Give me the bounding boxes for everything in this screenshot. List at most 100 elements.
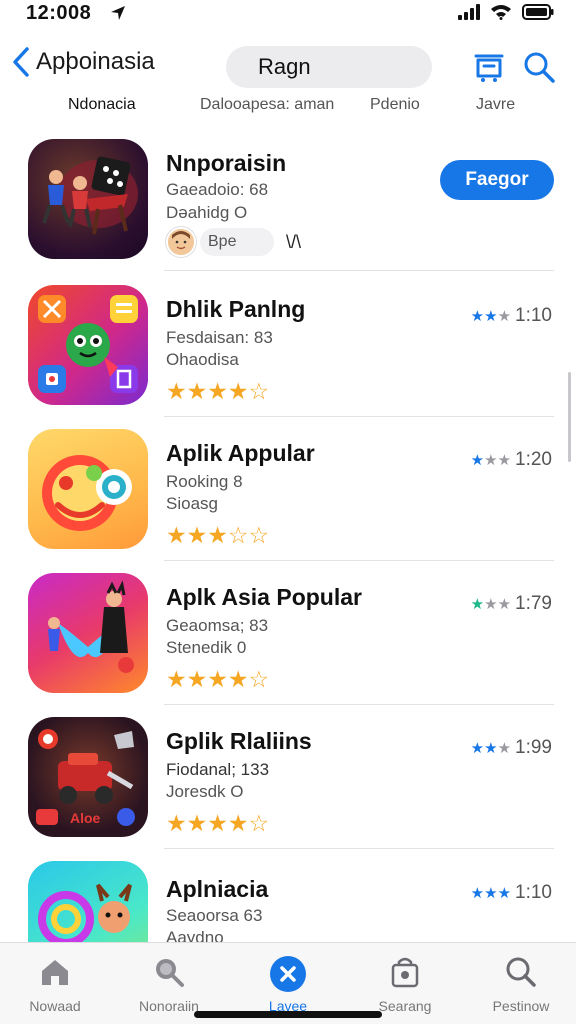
app-subtitle: Gaeadoio: 68 [166,180,269,199]
small-star-icon: ★ [497,595,512,613]
chevron-left-icon [13,47,29,77]
star-filled-icon: ★ [186,378,208,404]
small-star-icon: ★ [470,307,485,325]
meta-value: 1:79 [515,593,552,614]
app-row[interactable]: Aplniacia Seaoorsa 63 Aaydno ★★★ 1:10 [0,850,576,942]
search-icon [156,959,184,987]
star-filled-icon: ★ [207,522,228,548]
status-bar: 12:008 [0,0,576,32]
divider [164,848,554,849]
app-row[interactable]: Aplk Asia Popular Geaomsa; 83 Stenedik 0… [0,562,576,705]
meta-value: 1:10 [515,305,552,326]
meta-value: 1:10 [515,882,552,903]
back-button[interactable]: Apþoinasia [12,46,155,78]
scroll-indicator[interactable] [568,372,571,462]
small-star-icon: ★ [484,451,498,469]
app-subtitle-2: Joresdk O [166,782,244,801]
star-filled-icon: ★ [207,378,228,404]
small-star-icon: ★ [484,307,498,325]
star-rating: ★★★★☆ [166,380,269,403]
star-filled-icon: ★ [227,810,249,836]
get-button[interactable]: Faegor [440,160,554,200]
bag-icon [391,957,419,988]
status-time: 12:008 [26,2,92,24]
small-star-icon: ★ [484,884,498,902]
app-meta: ★★★ 1:10 [471,305,552,327]
app-icon [28,285,148,405]
home-icon [42,960,68,985]
battery-icon [522,4,554,20]
app-title: Gplik Rlaliins [166,728,312,754]
app-meta: ★★★ 1:79 [471,593,552,615]
small-star-icon: ★ [484,739,498,757]
wifi-icon [491,5,511,20]
meta-value: 1:20 [515,449,552,470]
search-icon[interactable] [522,50,556,84]
star-filled-icon: ★ [186,810,208,836]
app-artwork [42,156,138,235]
star-empty-icon: ☆ [248,810,270,836]
small-star-icon: ★ [497,739,512,757]
star-filled-icon: ★ [166,666,187,692]
star-filled-icon: ★ [186,666,208,692]
small-star-icon: ★ [470,884,485,902]
meta-value: 1:99 [515,737,552,758]
tab-1[interactable]: Dalooapesa: aman [200,96,334,114]
divider [164,416,554,417]
app-row[interactable]: Dhlik Panlng Fesdaisan: 83 Ohaodisa ★★★★… [0,274,576,417]
tabbar-item-4[interactable]: Pestinow [466,955,576,1014]
chip-tail: \/\ [286,231,302,252]
star-rating: ★★★☆☆ [166,524,269,547]
star-filled-icon: ★ [166,522,187,548]
star-empty-icon: ☆ [248,378,270,404]
location-arrow-icon [111,6,125,20]
star-filled-icon: ★ [227,666,249,692]
app-subtitle: Geaomsa; 83 [166,616,269,635]
meta-stars: ★★★ [471,741,511,756]
app-row[interactable]: Aloe Gplik Rlaliins Fiodanal; 133 Joresd… [0,706,576,849]
star-rating: ★★★★☆ [166,668,269,691]
small-star-icon: ★ [497,451,512,469]
meta-stars: ★★★ [471,886,511,901]
app-title: Aplk Asia Popular [166,584,362,610]
close-circle-icon [270,956,306,992]
star-empty-icon: ☆ [248,522,270,548]
app-meta: ★★★ 1:99 [471,737,552,759]
search-field[interactable]: Ragn [226,46,432,88]
app-row[interactable]: Nnporaisin Gaeadoio: 68 Dəahidg O Bpe \/… [0,128,576,271]
app-meta: ★★★ 1:20 [471,449,552,471]
tab-3[interactable]: Javre [476,96,515,114]
app-title: Aplniacia [166,876,269,902]
star-filled-icon: ★ [207,666,228,692]
small-star-icon: ★ [470,595,485,613]
app-artwork [48,580,134,673]
tabbar-item-0[interactable]: Nowaad [0,955,110,1014]
tabbar-item-2[interactable]: Lavee [233,955,343,1014]
back-label: Apþoinasia [36,48,155,75]
friend-chip[interactable]: Bpe \/\ [166,227,301,257]
app-subtitle: Fesdaisan: 83 [166,328,273,347]
divider [164,704,554,705]
star-empty-icon: ☆ [248,666,270,692]
app-title: Dhlik Panlng [166,296,306,322]
star-filled-icon: ★ [227,378,249,404]
meta-stars: ★★★ [471,453,511,468]
divider [164,560,554,561]
tab-2[interactable]: Pdenio [370,96,420,114]
cart-icon[interactable] [472,50,506,84]
tab-0[interactable]: Ndonacia [68,96,136,114]
tabbar-item-1[interactable]: Nonoraiin [114,955,224,1014]
app-subtitle: Seaoorsa 63 [166,906,263,925]
tabbar-item-3[interactable]: Searang [350,955,460,1014]
app-subtitle-2: Sioasg [166,494,218,513]
app-subtitle: Fiodanal; 133 [166,760,270,779]
star-filled-icon: ★ [166,810,187,836]
app-row[interactable]: Aplik Appular Rooking 8 Sioasg ★★★☆☆ ★★★… [0,418,576,561]
search-text: Ragn [258,54,311,79]
avatar [166,227,196,257]
star-rating: ★★★★☆ [166,812,269,835]
avatar-face-icon [168,229,194,255]
small-star-icon: ★ [470,451,485,469]
app-subtitle-2: Stenedik 0 [166,638,247,657]
meta-stars: ★★★ [471,597,511,612]
